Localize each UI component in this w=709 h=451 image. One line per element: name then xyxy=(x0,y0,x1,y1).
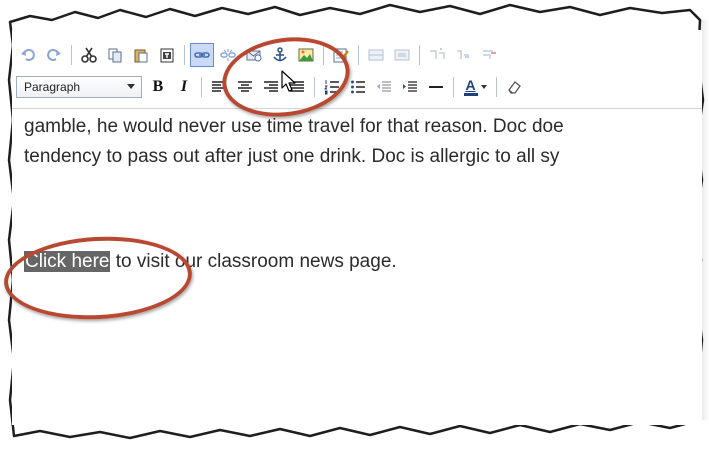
bold-label: B xyxy=(152,78,164,95)
font-color-swatch xyxy=(463,92,478,96)
bold-button[interactable]: B xyxy=(146,75,170,99)
outdent-icon[interactable] xyxy=(372,75,396,99)
toolbar-separator xyxy=(358,45,359,65)
toolbar-separator xyxy=(419,45,420,65)
table-icon[interactable] xyxy=(425,43,449,67)
undo-icon[interactable] xyxy=(16,43,40,67)
insert-link-icon[interactable] xyxy=(190,43,214,67)
toolbar-row-formatting: Paragraph B I A xyxy=(16,74,702,100)
toolbar-separator xyxy=(453,77,454,97)
paste-text-icon[interactable] xyxy=(155,43,179,67)
rich-text-editor: Paragraph B I A gamble, he would never u… xyxy=(12,30,702,425)
toolbar-separator xyxy=(496,77,497,97)
redo-icon[interactable] xyxy=(42,43,66,67)
mouse-pointer-icon xyxy=(281,70,296,92)
table-icon[interactable] xyxy=(451,43,475,67)
italic-label: I xyxy=(180,78,188,95)
font-color-label: A xyxy=(465,76,476,93)
font-color-button[interactable]: A xyxy=(459,75,491,99)
copy-icon[interactable] xyxy=(103,43,127,67)
chevron-down-icon xyxy=(127,84,135,89)
eraser-icon[interactable] xyxy=(502,75,526,99)
screenshot-frame: Paragraph B I A gamble, he would never u… xyxy=(0,0,709,451)
cut-icon[interactable] xyxy=(77,43,101,67)
chevron-down-icon xyxy=(480,85,487,89)
paste-icon[interactable] xyxy=(129,43,153,67)
table-icon[interactable] xyxy=(477,43,501,67)
block-format-value: Paragraph xyxy=(24,80,81,94)
insert-row-icon[interactable] xyxy=(364,43,388,67)
toolbar-separator xyxy=(71,45,72,65)
toolbar-separator xyxy=(184,45,185,65)
content-text-line: gamble, he would never use time travel f… xyxy=(24,116,564,137)
toolbar-row-actions xyxy=(16,42,702,68)
bullet-list-icon[interactable] xyxy=(346,75,370,99)
block-format-select[interactable]: Paragraph xyxy=(16,76,142,98)
toolbar-separator xyxy=(201,77,202,97)
font-color-icon: A xyxy=(463,76,478,96)
horizontal-rule-icon[interactable] xyxy=(424,75,448,99)
indent-icon[interactable] xyxy=(398,75,422,99)
delete-row-icon[interactable] xyxy=(390,43,414,67)
italic-button[interactable]: I xyxy=(172,75,196,99)
content-text-line: tendency to pass out after just one drin… xyxy=(24,146,560,167)
